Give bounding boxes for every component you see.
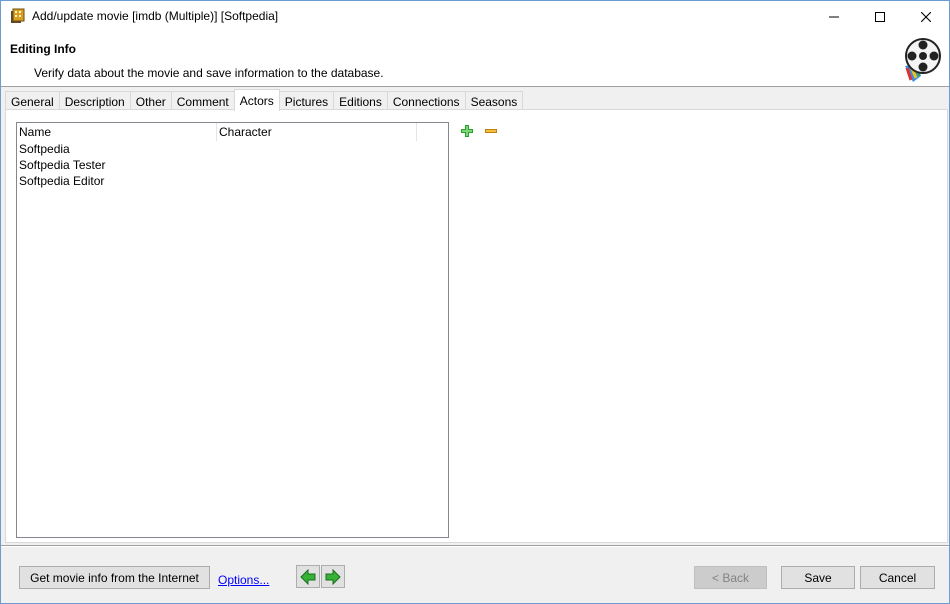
tab-label: Actors <box>239 93 274 108</box>
title-bar: Add/update movie [imdb (Multiple)] [Soft… <box>1 1 949 32</box>
save-button[interactable]: Save <box>781 566 855 589</box>
tab-strip: General Description Other Comment Actors… <box>5 89 524 112</box>
close-icon <box>921 11 931 22</box>
actor-name: Softpedia <box>19 142 70 156</box>
minimize-icon <box>829 16 839 17</box>
actor-name: Softpedia Editor <box>19 174 105 188</box>
options-link[interactable]: Options... <box>218 573 269 587</box>
next-movie-button[interactable] <box>321 565 345 588</box>
arrow-right-icon <box>325 568 341 585</box>
dialog-window: Add/update movie [imdb (Multiple)] [Soft… <box>0 0 950 604</box>
column-header-character[interactable]: Character <box>217 123 417 141</box>
header-title: Editing Info <box>10 42 76 56</box>
cancel-button[interactable]: Cancel <box>860 566 935 589</box>
tab-actors[interactable]: Actors <box>233 89 280 111</box>
editing-info-header: Editing Info Verify data about the movie… <box>1 32 949 87</box>
tab-label: Connections <box>392 95 460 109</box>
film-reel-logo-icon <box>905 38 941 82</box>
tab-label: Editions <box>339 95 382 109</box>
tab-label: Comment <box>176 95 229 109</box>
list-header: Name Character <box>17 123 448 141</box>
tab-label: General <box>11 95 54 109</box>
film-reel-app-icon <box>11 8 25 23</box>
back-button[interactable]: < Back <box>694 566 767 589</box>
list-item[interactable]: Softpedia <box>17 141 448 157</box>
actor-name: Softpedia Tester <box>19 158 106 172</box>
maximize-button[interactable] <box>857 1 903 32</box>
add-actor-plus-icon[interactable] <box>460 124 474 138</box>
header-subtitle: Verify data about the movie and save inf… <box>34 66 384 80</box>
tab-label: Other <box>135 95 166 109</box>
arrow-left-icon <box>300 568 316 585</box>
window-title: Add/update movie [imdb (Multiple)] [Soft… <box>32 9 279 23</box>
get-movie-info-button[interactable]: Get movie info from the Internet <box>19 566 210 589</box>
maximize-icon <box>875 11 885 22</box>
actors-list[interactable]: Name Character Softpedia Softpedia Teste… <box>16 122 449 538</box>
footer-separator <box>1 545 949 547</box>
close-button[interactable] <box>903 1 949 32</box>
tab-label: Description <box>64 95 125 109</box>
minimize-button[interactable] <box>811 1 857 32</box>
column-header-name[interactable]: Name <box>17 123 217 141</box>
list-item[interactable]: Softpedia Tester <box>17 157 448 173</box>
previous-movie-button[interactable] <box>296 565 320 588</box>
tab-label: Seasons <box>470 95 518 109</box>
list-item[interactable]: Softpedia Editor <box>17 173 448 189</box>
remove-actor-minus-icon[interactable] <box>484 124 498 138</box>
tab-label: Pictures <box>284 95 329 109</box>
